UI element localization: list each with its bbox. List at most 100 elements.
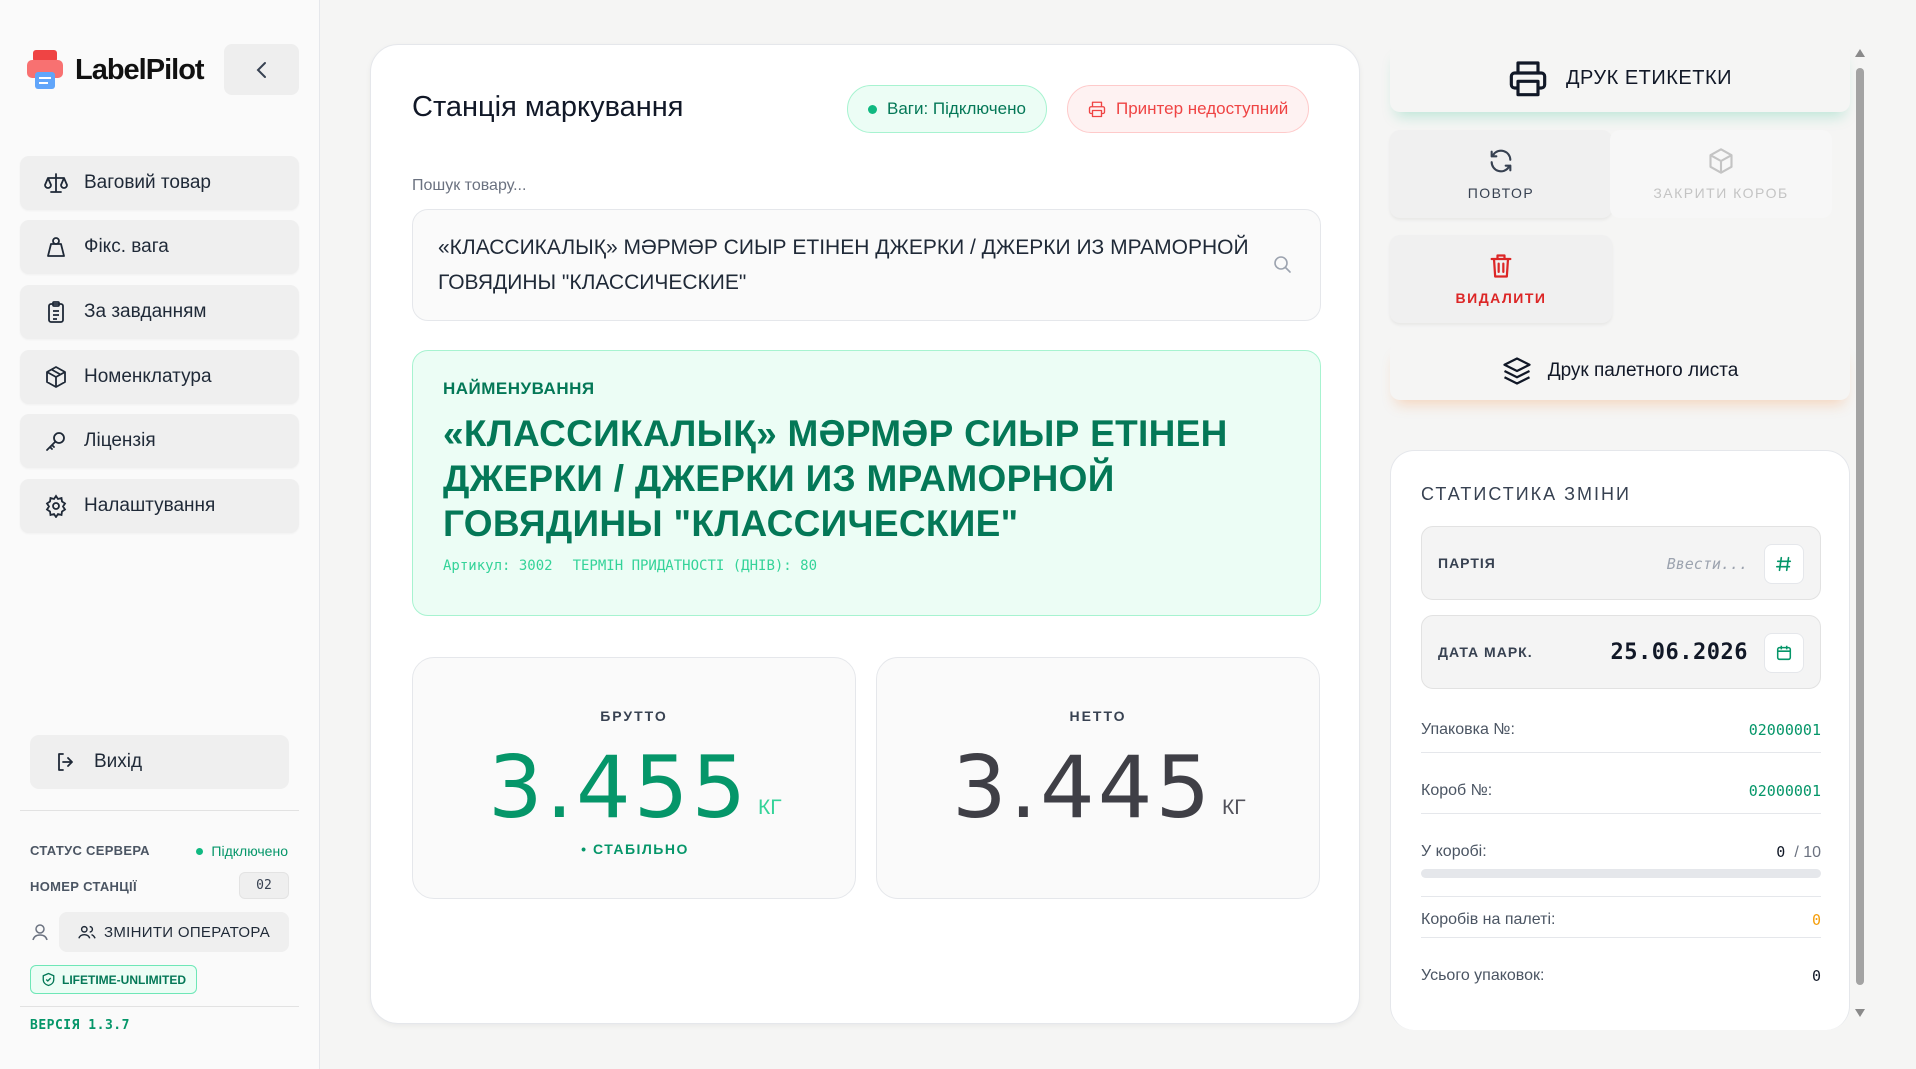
gross-value: 3.455 bbox=[488, 738, 750, 838]
sidebar-item-nomenclature[interactable]: Номенклатура bbox=[20, 350, 299, 404]
license-badge: LIFETIME-UNLIMITED bbox=[30, 965, 197, 994]
sidebar-item-label: Ліцензія bbox=[84, 430, 156, 451]
sidebar-item-license[interactable]: Ліцензія bbox=[20, 414, 299, 468]
station-number-label: НОМЕР СТАНЦІЇ bbox=[30, 879, 137, 894]
printer-logo-icon bbox=[27, 50, 63, 89]
server-status-badge: Підключено bbox=[196, 843, 288, 859]
scale-status-badge: Ваги: Підключено bbox=[847, 85, 1047, 133]
package-label: Упаковка №: bbox=[1421, 721, 1515, 738]
server-status-label: СТАТУС СЕРВЕРА bbox=[30, 843, 150, 858]
shift-statistics-panel: СТАТИСТИКА ЗМІНИ ПАРТІЯ Ввести... ДАТА М… bbox=[1390, 450, 1850, 1030]
printer-status-badge: Принтер недоступний bbox=[1067, 85, 1310, 133]
weight-icon bbox=[47, 237, 65, 257]
marking-date-field[interactable]: ДАТА МАРК. 25.06.2026 bbox=[1421, 615, 1821, 689]
box-icon bbox=[46, 366, 66, 388]
batch-field[interactable]: ПАРТІЯ Ввести... bbox=[1421, 526, 1821, 600]
page-title: Станція маркування bbox=[412, 91, 684, 123]
product-meta: Артикул: 3002 ТЕРМІН ПРИДАТНОСТІ (ДНІВ):… bbox=[443, 558, 1290, 574]
gross-unit: КГ bbox=[758, 796, 782, 819]
package-value: 02000001 bbox=[1748, 721, 1821, 739]
key-icon bbox=[46, 432, 65, 451]
sidebar-item-label: Ваговий товар bbox=[84, 172, 211, 193]
box-fill-progress bbox=[1421, 869, 1821, 878]
product-name-card: НАЙМЕНУВАННЯ «КЛАССИКАЛЫҚ» МӘРМӘР СИЫР Е… bbox=[412, 350, 1321, 616]
users-icon bbox=[78, 925, 96, 939]
in-box-label: У коробі: bbox=[1421, 843, 1487, 860]
delete-button[interactable]: ВИДАЛИТИ bbox=[1390, 235, 1612, 323]
change-operator-button[interactable]: ЗМІНИТИ ОПЕРАТОРА bbox=[59, 912, 289, 952]
net-label: НЕТТО bbox=[1069, 708, 1127, 724]
close-box-button[interactable]: ЗАКРИТИ КОРОБ bbox=[1610, 130, 1832, 218]
date-picker-button[interactable] bbox=[1764, 633, 1804, 673]
sidebar-item-settings[interactable]: Налаштування bbox=[20, 479, 299, 533]
total-packages-value: 0 bbox=[1811, 967, 1821, 985]
status-dot-icon bbox=[868, 104, 877, 114]
product-search-input[interactable]: «КЛАССИКАЛЫҚ» МӘРМӘР СИЫР ЕТІНЕН ДЖЕРКИ … bbox=[412, 209, 1321, 321]
user-icon bbox=[32, 924, 48, 941]
boxes-on-pallet-value: 0 bbox=[1811, 911, 1821, 929]
total-packages-row: Усього упаковок: 0 bbox=[1421, 959, 1821, 999]
scroll-up-icon[interactable] bbox=[1853, 46, 1867, 60]
stable-indicator: • СТАБІЛЬНО bbox=[581, 841, 689, 857]
close-box-label: ЗАКРИТИ КОРОБ bbox=[1653, 185, 1789, 201]
server-status-value: Підключено bbox=[211, 843, 288, 859]
box-value: 02000001 bbox=[1748, 782, 1821, 800]
clipboard-icon bbox=[48, 301, 64, 323]
search-value: «КЛАССИКАЛЫҚ» МӘРМӘР СИЫР ЕТІНЕН ДЖЕРКИ … bbox=[438, 236, 1249, 294]
logout-label: Вихід bbox=[94, 751, 143, 772]
in-box-value: 0 bbox=[1776, 843, 1786, 861]
sidebar-item-weighted[interactable]: Ваговий товар bbox=[20, 156, 299, 210]
app-name: LabelPilot bbox=[75, 53, 205, 86]
stats-title: СТАТИСТИКА ЗМІНИ bbox=[1421, 484, 1631, 504]
delete-label: ВИДАЛИТИ bbox=[1455, 290, 1547, 306]
layers-icon bbox=[1503, 357, 1531, 385]
box-label: Короб №: bbox=[1421, 782, 1493, 799]
sidebar-item-label: Фікс. вага bbox=[84, 236, 169, 257]
marking-station-panel: Станція маркування Ваги: Підключено Прин… bbox=[370, 44, 1360, 1024]
print-label-button[interactable]: ДРУК ЕТИКЕТКИ bbox=[1390, 44, 1850, 112]
product-article: Артикул: 3002 bbox=[443, 558, 553, 574]
sidebar-item-label: Номенклатура bbox=[84, 366, 212, 387]
shield-check-icon bbox=[42, 972, 55, 987]
sidebar: LabelPilot Ваговий товар Фікс. вага За з… bbox=[0, 0, 320, 1069]
batch-hash-button[interactable] bbox=[1764, 544, 1804, 584]
batch-placeholder: Ввести... bbox=[1666, 555, 1748, 573]
search-label: Пошук товару... bbox=[412, 177, 527, 194]
chevron-left-icon bbox=[256, 61, 266, 78]
in-box-max: / 10 bbox=[1794, 844, 1821, 861]
gear-icon bbox=[45, 494, 67, 518]
package-number-row: Упаковка №: 02000001 bbox=[1421, 713, 1821, 753]
sidebar-item-label: За завданням bbox=[84, 301, 207, 322]
status-dot-icon bbox=[196, 847, 204, 855]
product-name-value: «КЛАССИКАЛЫҚ» МӘРМӘР СИЫР ЕТІНЕН ДЖЕРКИ … bbox=[443, 413, 1228, 544]
logout-button[interactable]: Вихід bbox=[30, 735, 289, 789]
logout-icon bbox=[58, 753, 73, 771]
net-weight-card: НЕТТО 3.445 КГ bbox=[876, 657, 1320, 899]
scrollbar-thumb[interactable] bbox=[1856, 68, 1864, 985]
sidebar-item-fixed-weight[interactable]: Фікс. вага bbox=[20, 220, 299, 274]
refresh-icon bbox=[1490, 149, 1512, 173]
sidebar-item-by-task[interactable]: За завданням bbox=[20, 285, 299, 339]
printer-status-text: Принтер недоступний bbox=[1116, 99, 1289, 118]
print-pallet-sheet-button[interactable]: Друк палетного листа bbox=[1390, 342, 1850, 400]
sidebar-item-label: Налаштування bbox=[84, 495, 216, 516]
batch-label: ПАРТІЯ bbox=[1438, 555, 1496, 571]
scroll-down-icon[interactable] bbox=[1853, 1006, 1867, 1020]
printer-icon bbox=[1088, 101, 1106, 118]
app-logo[interactable]: LabelPilot bbox=[25, 48, 205, 92]
gross-weight-card: БРУТТО 3.455 КГ • СТАБІЛЬНО bbox=[412, 657, 856, 899]
repeat-button[interactable]: ПОВТОР bbox=[1390, 130, 1612, 218]
print-pallet-label: Друк палетного листа bbox=[1547, 360, 1739, 381]
net-unit: КГ bbox=[1222, 796, 1246, 819]
boxes-on-pallet-label: Коробів на палеті: bbox=[1421, 911, 1556, 928]
date-label: ДАТА МАРК. bbox=[1438, 644, 1533, 660]
in-box-count: 0 / 10 bbox=[1776, 843, 1821, 862]
hash-icon bbox=[1775, 556, 1792, 572]
station-number-value: 02 bbox=[239, 872, 289, 899]
box-number-row: Короб №: 02000001 bbox=[1421, 774, 1821, 814]
divider bbox=[20, 1006, 299, 1007]
scale-status-text: Ваги: Підключено bbox=[887, 99, 1026, 118]
total-packages-label: Усього упаковок: bbox=[1421, 967, 1545, 984]
collapse-sidebar-button[interactable] bbox=[224, 44, 299, 95]
net-value: 3.445 bbox=[952, 738, 1214, 838]
